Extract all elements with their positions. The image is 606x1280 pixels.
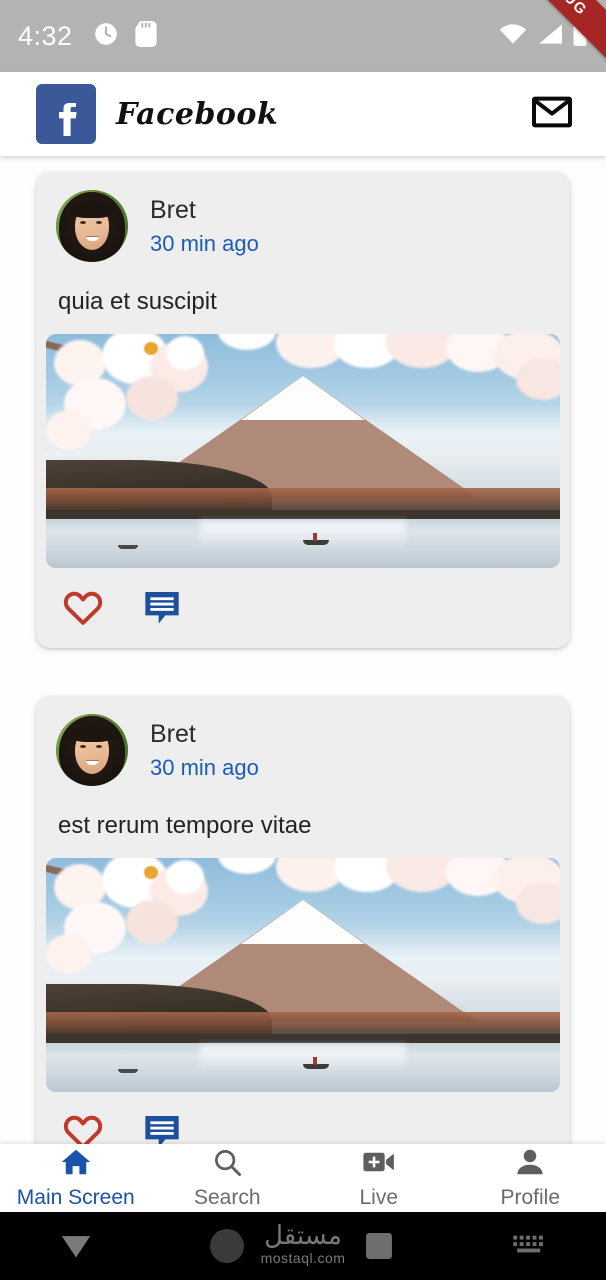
phone-screen: 4:32 DEBUG Fac [0, 0, 606, 1280]
avatar [56, 714, 128, 786]
nav-item-search[interactable]: Search [152, 1147, 304, 1210]
post-feed[interactable]: Bret 30 min ago quia et suscipit Bret 30… [0, 156, 606, 1144]
avatar [56, 190, 128, 262]
status-bar-left-icons [93, 20, 157, 52]
comment-button[interactable] [142, 1112, 182, 1144]
post-author: Bret [150, 196, 196, 225]
bottom-navigation: Main Screen Search Live Profile [0, 1144, 606, 1212]
wifi-icon [498, 22, 528, 51]
post-actions [36, 1092, 570, 1144]
post-timestamp: 30 min ago [150, 754, 259, 780]
app-title: Facebook [116, 96, 279, 132]
post-image[interactable] [46, 334, 560, 568]
nav-label: Search [193, 1185, 261, 1209]
post-text: quia et suscipit [58, 288, 217, 315]
status-bar-clock: 4:32 [18, 20, 73, 51]
post-card[interactable]: Bret 30 min ago est rerum tempore vitae [36, 696, 570, 1144]
post-header: Bret 30 min ago [36, 714, 570, 786]
like-button[interactable] [62, 588, 104, 626]
nav-item-profile[interactable]: Profile [455, 1147, 606, 1210]
nav-item-main-screen[interactable]: Main Screen [0, 1147, 152, 1210]
post-author: Bret [150, 720, 196, 749]
keyboard-icon[interactable] [455, 1233, 606, 1259]
back-icon[interactable] [0, 1233, 152, 1259]
cellular-signal-icon [536, 22, 564, 51]
sd-card-icon [134, 20, 157, 52]
alarm-icon [93, 21, 119, 52]
video-camera-plus-icon [362, 1147, 396, 1182]
search-icon [210, 1147, 244, 1182]
nav-label: Live [359, 1185, 399, 1209]
post-timestamp: 30 min ago [150, 230, 259, 256]
facebook-logo-icon [36, 84, 96, 144]
post-image[interactable] [46, 858, 560, 1092]
post-header: Bret 30 min ago [36, 190, 570, 262]
person-icon [513, 1147, 547, 1182]
post-actions [36, 568, 570, 648]
like-button[interactable] [62, 1112, 104, 1144]
android-system-nav: مستقل mostaql.com [0, 1212, 606, 1280]
nav-label: Main Screen [16, 1185, 135, 1209]
comment-button[interactable] [142, 588, 182, 626]
home-icon [59, 1147, 93, 1182]
post-text: est rerum tempore vitae [58, 812, 312, 839]
status-bar: 4:32 DEBUG [0, 0, 606, 72]
nav-item-live[interactable]: Live [303, 1147, 455, 1210]
recents-icon[interactable] [303, 1231, 455, 1261]
app-bar: Facebook [0, 72, 606, 156]
mail-icon[interactable] [531, 96, 572, 133]
nav-label: Profile [500, 1185, 561, 1209]
post-card[interactable]: Bret 30 min ago quia et suscipit [36, 172, 570, 648]
